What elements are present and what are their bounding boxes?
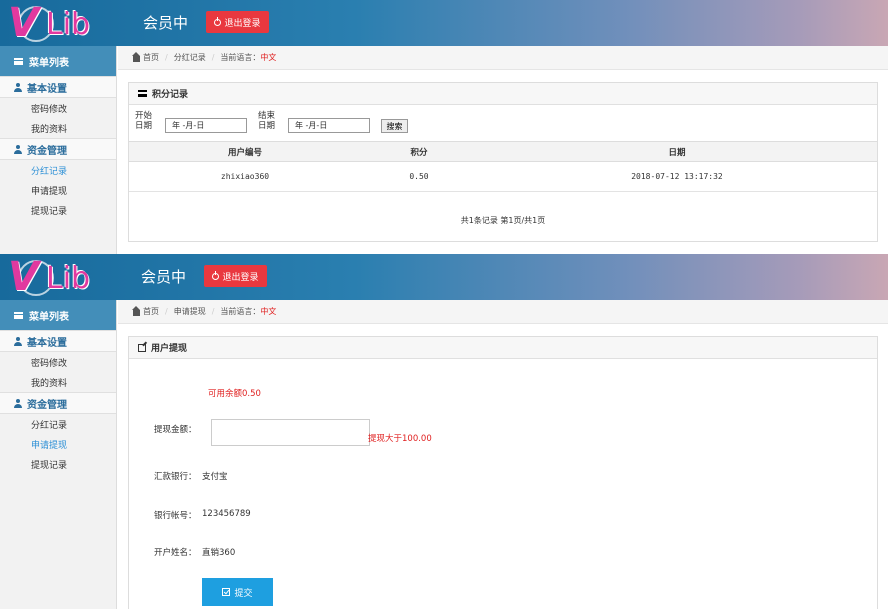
column-points: 积分 <box>361 141 477 162</box>
holder-name-value: 直销360 <box>202 548 236 558</box>
submit-label: 提交 <box>234 588 253 599</box>
logout-button[interactable]: 退出登录 <box>204 265 267 287</box>
menu-title-label: 菜单列表 <box>29 311 69 323</box>
sidebar-item-withdraw-records[interactable]: 提现记录 <box>0 454 116 474</box>
breadcrumb: 首页 / 分红记录 / 当前语言： 中文 <box>118 46 888 70</box>
sidebar-item-withdraw-request[interactable]: 申请提现 <box>0 180 116 200</box>
breadcrumb-home[interactable]: 首页 <box>143 306 159 317</box>
main-content: 首页 / 分红记录 / 当前语言： 中文 积分记录 开始日期 年 -月-日 结束… <box>118 46 888 254</box>
power-icon <box>214 16 222 26</box>
logout-button[interactable]: 退出登录 <box>206 11 269 33</box>
sidebar-item-bonus-records[interactable]: 分红记录 <box>0 414 116 434</box>
list-icon <box>14 311 23 319</box>
language-value[interactable]: 中文 <box>260 52 276 63</box>
edit-icon <box>138 343 146 352</box>
user-icon <box>14 398 22 408</box>
withdraw-panel: 用户提现 可用余额0.50 提现金额： 提现大于100.00 汇款银行： 支付宝… <box>128 336 878 609</box>
user-icon <box>14 336 22 346</box>
header-bar: V Lib 会员中 退出登录 <box>0 0 888 46</box>
logo[interactable]: V Lib <box>8 256 118 298</box>
screenshot-withdraw-request: V Lib 会员中 退出登录 菜单列表 基本设置 密码修改 我的资料 资金管理 … <box>0 254 888 609</box>
sidebar-item-withdraw-request[interactable]: 申请提现 <box>0 434 116 454</box>
start-date-input[interactable]: 年 -月-日 <box>165 118 247 133</box>
menu-title-label: 菜单列表 <box>29 57 69 69</box>
group-label: 基本设置 <box>27 83 67 95</box>
logo[interactable]: V Lib <box>8 2 118 44</box>
user-icon <box>14 82 22 92</box>
records-panel: 积分记录 开始日期 年 -月-日 结束日期 年 -月-日 搜索 用户编号 积分 … <box>128 82 878 242</box>
holder-name-label: 开户姓名： <box>154 548 197 558</box>
panel-title: 用户提现 <box>151 344 188 354</box>
panel-title: 积分记录 <box>152 90 189 100</box>
sidebar-menu-title: 菜单列表 <box>0 46 116 76</box>
app-title: 会员中 <box>141 268 187 286</box>
submit-button[interactable]: 提交 <box>202 578 273 606</box>
search-button[interactable]: 搜索 <box>381 119 408 133</box>
logout-label: 退出登录 <box>222 272 259 283</box>
screenshot-bonus-records: V Lib 会员中 退出登录 菜单列表 基本设置 密码修改 我的资料 资金管理 … <box>0 0 888 254</box>
sidebar-group-basic[interactable]: 基本设置 <box>0 330 116 352</box>
list-icon <box>138 90 147 97</box>
breadcrumb-home[interactable]: 首页 <box>143 52 159 63</box>
home-icon <box>132 51 140 62</box>
sidebar-item-profile[interactable]: 我的资料 <box>0 118 116 138</box>
end-date-input[interactable]: 年 -月-日 <box>288 118 370 133</box>
bank-value: 支付宝 <box>202 472 228 482</box>
group-label: 资金管理 <box>27 145 67 157</box>
sidebar-item-profile[interactable]: 我的资料 <box>0 372 116 392</box>
user-icon <box>14 144 22 154</box>
amount-label: 提现金额： <box>154 425 197 435</box>
date-filters: 开始日期 年 -月-日 结束日期 年 -月-日 搜索 <box>129 105 877 141</box>
home-icon <box>132 305 140 316</box>
sidebar-item-password[interactable]: 密码修改 <box>0 352 116 372</box>
sidebar-group-funds[interactable]: 资金管理 <box>0 392 116 414</box>
main-content: 首页 / 申请提现 / 当前语言： 中文 用户提现 可用余额0.50 提现金额：… <box>118 300 888 609</box>
sidebar-group-funds[interactable]: 资金管理 <box>0 138 116 160</box>
table-row: zhixiao360 0.50 2018-07-12 13:17:32 <box>129 161 877 192</box>
cell-user-id: zhixiao360 <box>129 161 361 192</box>
pagination: 共1条记录 第1页/共1页 <box>460 215 546 225</box>
table-header-row: 用户编号 积分 日期 <box>129 141 877 162</box>
breadcrumb-current: 申请提现 <box>173 307 206 316</box>
group-label: 基本设置 <box>27 337 67 349</box>
logo-lib: Lib <box>46 7 91 42</box>
sidebar-item-bonus-records[interactable]: 分红记录 <box>0 160 116 180</box>
check-icon <box>222 588 231 596</box>
records-table: 用户编号 积分 日期 zhixiao360 0.50 2018-07-12 13… <box>129 141 877 192</box>
power-icon <box>212 270 220 280</box>
breadcrumb-current: 分红记录 <box>173 53 206 62</box>
account-value: 123456789 <box>202 509 251 519</box>
sidebar-group-basic[interactable]: 基本设置 <box>0 76 116 98</box>
breadcrumb: 首页 / 申请提现 / 当前语言： 中文 <box>118 300 888 324</box>
logo-v: V <box>8 254 39 300</box>
logout-label: 退出登录 <box>224 18 261 29</box>
group-label: 资金管理 <box>27 399 67 411</box>
column-date: 日期 <box>477 141 877 162</box>
sidebar-item-withdraw-records[interactable]: 提现记录 <box>0 200 116 220</box>
panel-header: 用户提现 <box>129 337 877 359</box>
panel-header: 积分记录 <box>129 83 877 105</box>
app-title: 会员中 <box>143 14 189 32</box>
language-label: 当前语言： <box>220 307 261 316</box>
end-date-label: 结束日期 <box>258 111 276 131</box>
cell-points: 0.50 <box>361 161 477 192</box>
sidebar: 菜单列表 基本设置 密码修改 我的资料 资金管理 分红记录 申请提现 提现记录 <box>0 300 117 609</box>
language-value[interactable]: 中文 <box>260 306 276 317</box>
logo-lib: Lib <box>46 261 91 296</box>
available-balance: 可用余额0.50 <box>208 389 261 399</box>
language-label: 当前语言： <box>220 53 261 62</box>
sidebar-item-password[interactable]: 密码修改 <box>0 98 116 118</box>
header-bar: V Lib 会员中 退出登录 <box>0 254 888 300</box>
logo-v: V <box>8 0 39 46</box>
start-date-label: 开始日期 <box>135 111 153 131</box>
list-icon <box>14 57 23 65</box>
cell-date: 2018-07-12 13:17:32 <box>477 161 877 192</box>
amount-input[interactable] <box>211 419 370 446</box>
column-user-id: 用户编号 <box>129 141 361 162</box>
amount-hint: 提现大于100.00 <box>368 434 432 444</box>
account-label: 银行帐号： <box>154 511 197 521</box>
sidebar-menu-title: 菜单列表 <box>0 300 116 330</box>
sidebar: 菜单列表 基本设置 密码修改 我的资料 资金管理 分红记录 申请提现 提现记录 <box>0 46 117 254</box>
bank-label: 汇款银行： <box>154 472 197 482</box>
